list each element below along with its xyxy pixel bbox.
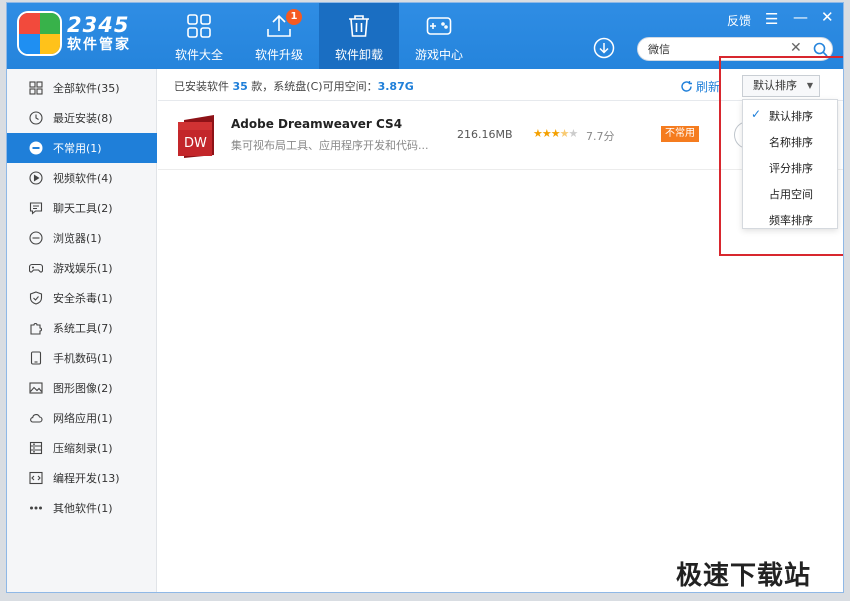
sidebar-item-security[interactable]: 安全杀毒(1) bbox=[7, 283, 157, 313]
sidebar-item-label: 网络应用(1) bbox=[53, 412, 113, 425]
minus-circle-icon bbox=[29, 141, 43, 155]
gamepad-icon bbox=[426, 17, 452, 35]
chat-icon bbox=[29, 202, 43, 215]
tab-software-uninstall[interactable]: 软件卸载 bbox=[319, 3, 399, 69]
app-description: 集可视布局工具、应用程序开发和代码... bbox=[231, 139, 429, 152]
sidebar-item-label: 系统工具(7) bbox=[53, 322, 113, 335]
tab-game-center[interactable]: 游戏中心 bbox=[399, 3, 479, 69]
status-badge: 不常用 bbox=[661, 126, 699, 142]
app-size: 216.16MB bbox=[457, 128, 513, 141]
tab-software-all[interactable]: 软件大全 bbox=[159, 3, 239, 69]
sidebar-item-label: 最近安装(8) bbox=[53, 112, 113, 125]
sidebar-item-chat[interactable]: 聊天工具(2) bbox=[7, 193, 157, 223]
sidebar-item-development[interactable]: 编程开发(13) bbox=[7, 463, 157, 493]
tab-label: 软件大全 bbox=[174, 48, 223, 62]
clock-icon bbox=[29, 111, 43, 125]
trash-icon bbox=[349, 15, 369, 37]
sidebar-item-label: 不常用(1) bbox=[53, 142, 102, 155]
sidebar-item-label: 聊天工具(2) bbox=[53, 202, 113, 215]
tab-label: 软件卸载 bbox=[334, 48, 383, 62]
installed-count: 35 bbox=[232, 80, 248, 93]
dreamweaver-app-icon: DW bbox=[178, 115, 214, 158]
sidebar-item-games[interactable]: 游戏娱乐(1) bbox=[7, 253, 157, 283]
sidebar-item-graphics[interactable]: 图形图像(2) bbox=[7, 373, 157, 403]
code-icon bbox=[29, 471, 43, 485]
archive-icon bbox=[29, 441, 43, 455]
free-space-value: 3.87G bbox=[377, 80, 414, 93]
sidebar-item-label: 图形图像(2) bbox=[53, 382, 113, 395]
watermark: 极速下载站 bbox=[676, 561, 812, 591]
search-input[interactable] bbox=[648, 41, 788, 57]
sidebar-item-browser[interactable]: 浏览器(1) bbox=[7, 223, 157, 253]
sidebar-item-video[interactable]: 视频软件(4) bbox=[7, 163, 157, 193]
upgrade-count-badge: 1 bbox=[286, 9, 302, 25]
rating-score: 7.7分 bbox=[586, 130, 615, 143]
app-window: 2345 软件管家 软件大全 1 软件升级 软件卸载 游戏中心 反馈 ☰ — ✕… bbox=[6, 2, 844, 593]
sidebar-item-label: 浏览器(1) bbox=[53, 232, 102, 245]
sidebar-item-label: 压缩刻录(1) bbox=[53, 442, 113, 455]
play-icon bbox=[29, 171, 43, 185]
brand-number: 2345 bbox=[67, 13, 130, 37]
sidebar-item-label: 手机数码(1) bbox=[53, 352, 113, 365]
refresh-button[interactable]: 刷新 bbox=[680, 78, 720, 95]
cloud-icon bbox=[30, 414, 43, 423]
feedback-link[interactable]: 反馈 bbox=[727, 12, 751, 29]
sidebar-item-label: 全部软件(35) bbox=[53, 82, 120, 95]
tab-label: 游戏中心 bbox=[414, 48, 463, 62]
brand-name: 软件管家 bbox=[67, 37, 131, 53]
refresh-icon bbox=[681, 81, 692, 92]
sidebar-item-system-tools[interactable]: 系统工具(7) bbox=[7, 313, 157, 343]
sidebar-item-all[interactable]: 全部软件(35) bbox=[7, 73, 157, 103]
refresh-label: 刷新 bbox=[696, 80, 721, 94]
close-button[interactable]: ✕ bbox=[821, 8, 834, 26]
tab-label: 软件升级 bbox=[254, 48, 303, 62]
minimize-button[interactable]: — bbox=[793, 8, 808, 26]
category-sidebar: 全部软件(35) 最近安装(8) 不常用(1) 视频软件(4) 聊天工具(2) … bbox=[7, 69, 157, 592]
search-icon[interactable] bbox=[813, 42, 828, 57]
sidebar-item-label: 视频软件(4) bbox=[53, 172, 113, 185]
app-icon-label: DW bbox=[184, 136, 207, 151]
annotation-highlight bbox=[719, 56, 843, 256]
menu-button[interactable]: ☰ bbox=[765, 10, 778, 28]
grid-icon bbox=[187, 14, 211, 38]
gamepad-icon bbox=[29, 263, 43, 273]
tab-software-upgrade[interactable]: 1 软件升级 bbox=[239, 3, 319, 69]
puzzle-icon bbox=[30, 323, 42, 335]
sidebar-item-label: 游戏娱乐(1) bbox=[53, 262, 113, 275]
top-bar: 2345 软件管家 软件大全 1 软件升级 软件卸载 游戏中心 反馈 ☰ — ✕… bbox=[7, 3, 843, 69]
download-icon[interactable] bbox=[593, 37, 615, 59]
app-logo bbox=[19, 13, 60, 54]
app-name: Adobe Dreamweaver CS4 bbox=[231, 117, 403, 131]
grid-icon bbox=[29, 81, 43, 95]
sidebar-item-mobile[interactable]: 手机数码(1) bbox=[7, 343, 157, 373]
sidebar-item-network[interactable]: 网络应用(1) bbox=[7, 403, 157, 433]
browser-icon bbox=[29, 231, 43, 245]
sidebar-item-label: 安全杀毒(1) bbox=[53, 292, 113, 305]
more-icon bbox=[30, 506, 42, 510]
main-nav: 软件大全 1 软件升级 软件卸载 游戏中心 bbox=[159, 3, 479, 69]
clear-search-icon[interactable]: ✕ bbox=[790, 40, 802, 56]
sidebar-item-recent[interactable]: 最近安装(8) bbox=[7, 103, 157, 133]
brand: 2345 软件管家 bbox=[67, 15, 131, 55]
install-summary: 已安装软件 35 款，系统盘(C)可用空间：3.87G bbox=[174, 80, 414, 93]
sidebar-item-label: 编程开发(13) bbox=[53, 472, 120, 485]
sidebar-item-archive[interactable]: 压缩刻录(1) bbox=[7, 433, 157, 463]
sidebar-item-rarely-used[interactable]: 不常用(1) bbox=[7, 133, 157, 163]
sidebar-item-label: 其他软件(1) bbox=[53, 502, 113, 515]
image-icon bbox=[29, 382, 43, 394]
rating-stars: ★★★★★ bbox=[533, 127, 578, 140]
shield-icon bbox=[29, 291, 43, 305]
sidebar-item-other[interactable]: 其他软件(1) bbox=[7, 493, 157, 523]
phone-icon bbox=[30, 351, 42, 365]
